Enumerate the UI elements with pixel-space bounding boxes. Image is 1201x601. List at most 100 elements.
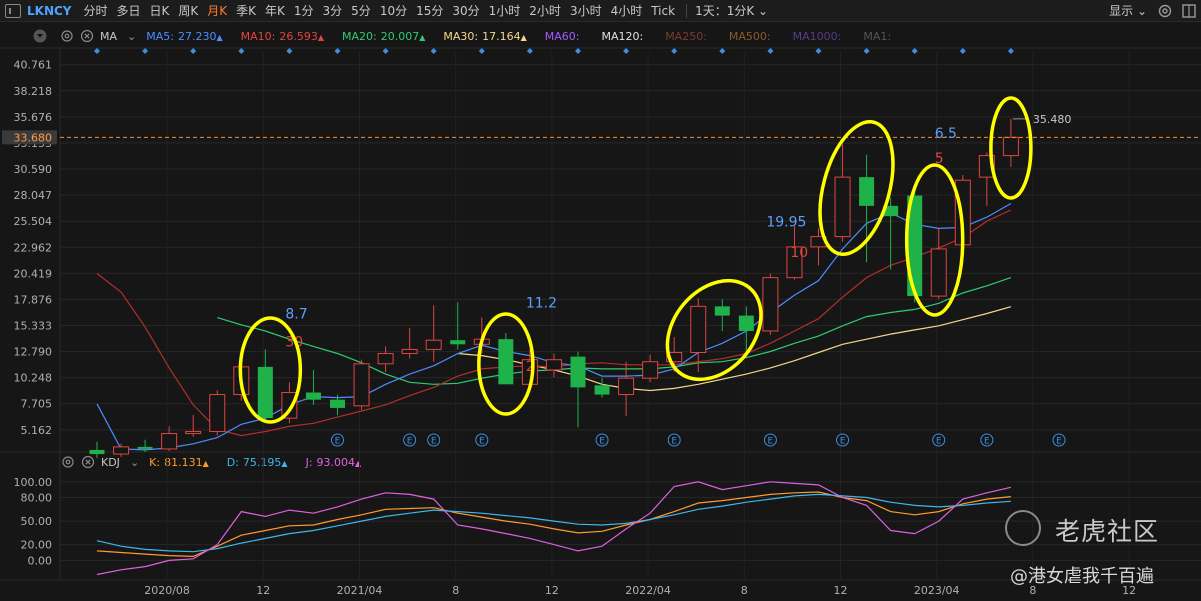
dot-marker — [430, 48, 437, 54]
annotation-text: 6.5 — [935, 126, 957, 142]
watermark-site: 老虎社区 — [1055, 517, 1160, 546]
period-tab[interactable]: 1小时 — [489, 4, 521, 18]
legend-label: MA20: — [342, 29, 377, 43]
kdj-indicator-name[interactable]: KDJ — [101, 456, 120, 469]
legend-label: MA120: — [601, 29, 644, 43]
period-tab[interactable]: 10分 — [380, 4, 407, 18]
x-tick-label: 12 — [834, 584, 848, 597]
candle-body-up — [377, 353, 394, 365]
candle-body-up — [473, 338, 490, 345]
y-tick-label: 25.504 — [14, 215, 53, 228]
legend-item: D: 75.195▲ — [227, 456, 288, 469]
y-tick-label: 30.590 — [14, 163, 53, 176]
earnings-markers: EEEEEEEEEEE — [331, 433, 1066, 447]
period-tab[interactable]: 4小时 — [611, 4, 643, 18]
candle-body-up — [930, 248, 947, 297]
layout-icon[interactable] — [1181, 3, 1197, 19]
annotation-text: 8.7 — [285, 307, 307, 323]
legend-arrow: ▲ — [202, 458, 209, 468]
legend-label: MA60: — [544, 29, 580, 43]
candle-body-up — [690, 305, 707, 354]
legend-item: MA250: — [665, 30, 711, 43]
earnings-marker-letter: E — [479, 437, 485, 447]
symbol-label[interactable]: LKNCY — [27, 4, 71, 18]
highlight-circle — [818, 120, 895, 256]
grid-lines — [0, 47, 1201, 581]
annotation-text: 19.95 — [766, 214, 806, 230]
candle-body-down — [137, 446, 153, 449]
candlesticks — [89, 118, 1019, 459]
dot-marker — [911, 48, 918, 54]
x-tick-label: 2022/04 — [625, 584, 671, 597]
price-axis: 40.761 38.218 35.676 33.133 30.590 28.047 25.5… — [14, 59, 53, 437]
earnings-marker — [595, 433, 609, 447]
earnings-marker — [475, 433, 489, 447]
settings-gear-icon[interactable] — [1157, 3, 1173, 19]
ma-indicator-name[interactable]: MA — [100, 30, 117, 43]
period-tab[interactable]: 年K — [265, 4, 285, 18]
legend-value: 75.195 — [242, 455, 282, 469]
legend-item: K: 81.131▲ — [149, 456, 209, 469]
dot-marker — [1007, 48, 1014, 54]
kdj-k-line — [96, 491, 1011, 558]
highlight-circle — [238, 316, 303, 424]
menu-icon[interactable] — [5, 3, 21, 18]
candle-body-up — [762, 277, 779, 332]
candle-body-up — [281, 392, 298, 419]
candle-body-up — [666, 352, 683, 363]
candle-body-down — [594, 385, 610, 395]
period-tab[interactable]: 周K — [178, 4, 198, 18]
indicator-close-icon[interactable] — [81, 455, 95, 469]
period-tab[interactable]: 3小时 — [570, 4, 602, 18]
indicator-settings-icon[interactable] — [61, 455, 75, 469]
earnings-marker — [403, 433, 417, 447]
legend-item: MA500: — [729, 30, 775, 43]
period-tab[interactable]: 15分 — [416, 4, 443, 18]
dot-marker — [382, 48, 389, 54]
y-tick-label: 5.162 — [21, 424, 53, 437]
period-tab[interactable]: 3分 — [323, 4, 343, 18]
y-tick-label: 7.705 — [21, 398, 53, 411]
x-tick-label: 2021/04 — [337, 584, 383, 597]
period-tab[interactable]: 5分 — [351, 4, 371, 18]
hand-drawn-circles — [238, 96, 1033, 424]
x-tick-label: 2020/08 — [144, 584, 190, 597]
dot-marker — [286, 48, 293, 54]
earnings-marker — [667, 433, 681, 447]
annotation-text: 2 — [526, 359, 535, 375]
show-menu-button[interactable]: 显示 ⌄ — [1109, 2, 1147, 19]
x-tick-label: 12 — [545, 584, 559, 597]
indicator-close-icon[interactable] — [80, 29, 94, 43]
period-tab[interactable]: Tick — [651, 4, 675, 18]
candle-body-up — [161, 433, 178, 450]
period-tab[interactable]: 30分 — [452, 4, 479, 18]
period-tab[interactable]: 季K — [236, 4, 256, 18]
dot-marker — [719, 48, 726, 54]
collapse-triangle-icon[interactable] — [33, 29, 47, 43]
earnings-marker — [427, 433, 441, 447]
annotation-text: 30 — [285, 334, 303, 350]
period-tab[interactable]: 月K — [207, 4, 227, 18]
period-tab[interactable]: 1分 — [294, 4, 314, 18]
kdj-tick-label: 100.00 — [14, 476, 53, 489]
dot-marker — [767, 48, 774, 54]
chevron-down-icon: ⌄ — [1136, 4, 1147, 18]
y-tick-label: 12.790 — [14, 346, 53, 359]
period-tab[interactable]: 2小时 — [529, 4, 561, 18]
period-tab[interactable]: 日K — [150, 4, 170, 18]
range-selector[interactable]: 1天：1分K ⌄ — [695, 2, 768, 19]
chevron-down-icon[interactable]: ⌄ — [127, 30, 136, 43]
annotation-text: 5 — [935, 151, 944, 167]
top-toolbar: LKNCY 分时 多日 日K 周K 月K 季K 年K 1分 3分 5分 10分 15分 30分 1小时 2小… — [0, 0, 1201, 22]
show-label: 显示 — [1109, 4, 1134, 18]
period-tab[interactable]: 多日 — [117, 4, 141, 18]
earnings-marker-letter: E — [407, 437, 413, 447]
period-tab[interactable]: 分时 — [83, 4, 107, 18]
legend-label: MA1000: — [792, 29, 842, 43]
indicator-settings-icon[interactable] — [60, 29, 74, 43]
chevron-down-icon[interactable]: ⌄ — [130, 456, 139, 469]
dot-marker — [671, 48, 678, 54]
kdj-tick-label: 50.00 — [21, 515, 53, 528]
annotation-text: 10 — [790, 245, 808, 261]
ma-legend: MA ⌄ MA5: 27.230▲ MA10: 26.593▲ MA20: 20.007▲… — [0, 28, 913, 44]
